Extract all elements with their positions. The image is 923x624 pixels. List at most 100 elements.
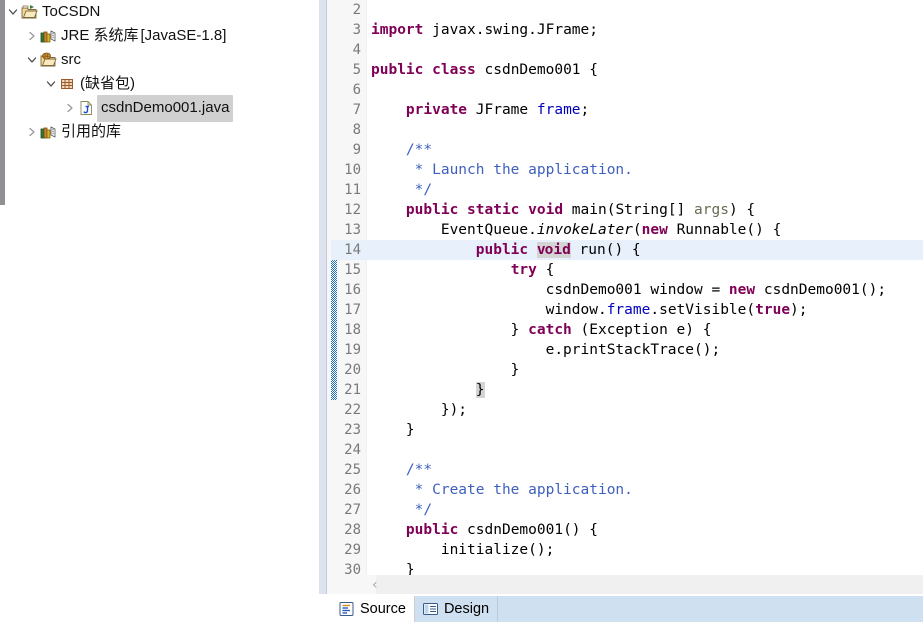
chevron-right-icon[interactable] bbox=[25, 127, 39, 137]
code-line[interactable]: 10 * Launch the application. bbox=[331, 160, 923, 180]
code-token: public bbox=[475, 242, 529, 258]
code-line[interactable]: 7 private JFrame frame; bbox=[331, 100, 923, 120]
code-line-text: /** bbox=[371, 140, 432, 160]
line-number: 13 bbox=[344, 222, 361, 238]
code-line[interactable]: 29 initialize(); bbox=[331, 540, 923, 560]
code-line[interactable]: 24 bbox=[331, 440, 923, 460]
code-line[interactable]: 15 try { bbox=[331, 260, 923, 280]
code-line-text: private JFrame frame; bbox=[371, 100, 589, 120]
code-token: (Exception e) { bbox=[571, 322, 712, 338]
code-line[interactable]: 14 public void run() { bbox=[331, 240, 923, 260]
code-token: initialize(); bbox=[371, 542, 555, 558]
sash-scrollbar-track[interactable] bbox=[319, 0, 326, 594]
code-line[interactable]: 21 } bbox=[331, 380, 923, 400]
code-line[interactable]: 18 } catch (Exception e) { bbox=[331, 320, 923, 340]
code-line[interactable]: 25 /** bbox=[331, 460, 923, 480]
code-token: new bbox=[728, 282, 756, 298]
code-line-text: public csdnDemo001() { bbox=[371, 520, 598, 540]
source-editor[interactable]: 2 3 import javax.swing.JFrame; 4 5 public cla… bbox=[331, 0, 923, 594]
code-token: class bbox=[432, 62, 476, 78]
code-token: */ bbox=[371, 182, 433, 198]
line-number: 10 bbox=[344, 162, 361, 178]
code-token: e.printStackTrace(); bbox=[371, 342, 721, 358]
code-token: frame bbox=[536, 102, 581, 118]
code-token: Runnable() { bbox=[667, 222, 782, 238]
code-line-text: /** bbox=[371, 460, 432, 480]
code-token: /** bbox=[371, 142, 433, 158]
code-token: * Launch the application. bbox=[371, 162, 633, 178]
code-token: */ bbox=[371, 502, 433, 518]
code-token: csdnDemo001(); bbox=[755, 282, 887, 298]
chevron-right-icon[interactable] bbox=[63, 103, 77, 113]
code-token: ); bbox=[790, 302, 808, 318]
tab-design[interactable]: Design bbox=[414, 596, 499, 622]
code-line[interactable]: 27 */ bbox=[331, 500, 923, 520]
code-line[interactable]: 5 public class csdnDemo001 { bbox=[331, 60, 923, 80]
code-token: run() { bbox=[570, 242, 641, 258]
code-line[interactable]: 12 public static void main(String[] args… bbox=[331, 200, 923, 220]
code-line-text: try { bbox=[371, 260, 555, 280]
line-number: 15 bbox=[344, 262, 361, 278]
code-line-text: e.printStackTrace(); bbox=[371, 340, 721, 360]
chevron-down-icon[interactable] bbox=[6, 7, 20, 17]
project-tree: ToCSDN JRE 系统库 [JavaSE-1.8] src (缺省包) csdnDe… bbox=[0, 0, 330, 144]
code-line[interactable]: 23 } bbox=[331, 420, 923, 440]
code-token: frame bbox=[606, 302, 651, 318]
tree-item-project[interactable]: ToCSDN bbox=[0, 0, 330, 24]
code-token: window. bbox=[371, 302, 607, 318]
line-number: 17 bbox=[344, 302, 361, 318]
line-number: 26 bbox=[344, 482, 361, 498]
tree-item-default-package[interactable]: (缺省包) bbox=[0, 72, 330, 96]
code-token: try bbox=[510, 262, 537, 278]
line-number: 16 bbox=[344, 282, 361, 298]
library-books-icon bbox=[39, 24, 59, 48]
line-number: 9 bbox=[352, 142, 361, 158]
code-line[interactable]: 3 import javax.swing.JFrame; bbox=[331, 20, 923, 40]
code-line[interactable]: 26 * Create the application. bbox=[331, 480, 923, 500]
code-token: public bbox=[371, 62, 424, 78]
code-line[interactable]: 11 */ bbox=[331, 180, 923, 200]
code-line[interactable]: 8 bbox=[331, 120, 923, 140]
chevron-left-icon[interactable]: ‹ bbox=[372, 578, 386, 592]
line-number: 20 bbox=[344, 362, 361, 378]
tree-item-referenced-libraries[interactable]: 引用的库 bbox=[0, 120, 330, 144]
editor-horizontal-scrollbar[interactable]: ‹ bbox=[331, 575, 923, 594]
tab-source[interactable]: Source bbox=[331, 596, 415, 622]
code-token: invokeLater bbox=[536, 222, 633, 238]
code-line[interactable]: 4 bbox=[331, 40, 923, 60]
chevron-right-icon[interactable] bbox=[25, 31, 39, 41]
code-line[interactable]: 19 e.printStackTrace(); bbox=[331, 340, 923, 360]
chevron-down-icon[interactable] bbox=[44, 79, 58, 89]
code-line[interactable]: 17 window.frame.setVisible(true); bbox=[331, 300, 923, 320]
chevron-down-icon[interactable] bbox=[25, 55, 39, 65]
code-line[interactable]: 2 bbox=[331, 0, 923, 20]
line-number: 23 bbox=[344, 422, 361, 438]
code-token: new bbox=[641, 222, 668, 238]
code-lines[interactable]: 2 3 import javax.swing.JFrame; 4 5 public cla… bbox=[331, 0, 923, 580]
code-line[interactable]: 13 EventQueue.invokeLater(new Runnable()… bbox=[331, 220, 923, 240]
code-token: import bbox=[371, 22, 424, 38]
tree-item-label: (缺省包) bbox=[80, 75, 135, 92]
code-token: csdnDemo001() { bbox=[458, 522, 598, 538]
code-line[interactable]: 22 }); bbox=[331, 400, 923, 420]
line-number: 24 bbox=[344, 442, 361, 458]
source-tab-icon bbox=[338, 601, 355, 617]
tree-item-java-file[interactable]: csdnDemo001.java bbox=[0, 94, 330, 122]
tree-item-src[interactable]: src bbox=[0, 48, 330, 72]
line-number: 6 bbox=[352, 82, 361, 98]
package-explorer-panel: ToCSDN JRE 系统库 [JavaSE-1.8] src (缺省包) csdnDe… bbox=[0, 0, 330, 624]
editor-sash[interactable] bbox=[319, 0, 331, 624]
tree-item-jre[interactable]: JRE 系统库 [JavaSE-1.8] bbox=[0, 24, 330, 48]
code-line[interactable]: 6 bbox=[331, 80, 923, 100]
code-line-text: import javax.swing.JFrame; bbox=[371, 20, 598, 40]
code-token: oid bbox=[544, 242, 571, 258]
code-line-text: * Create the application. bbox=[371, 480, 633, 500]
hscrollbar-gutter-spacer bbox=[331, 575, 376, 594]
code-line[interactable]: 28 public csdnDemo001() { bbox=[331, 520, 923, 540]
code-line[interactable]: 9 /** bbox=[331, 140, 923, 160]
code-line[interactable]: 16 csdnDemo001 window = new csdnDemo001(… bbox=[331, 280, 923, 300]
code-line[interactable]: 20 } bbox=[331, 360, 923, 380]
